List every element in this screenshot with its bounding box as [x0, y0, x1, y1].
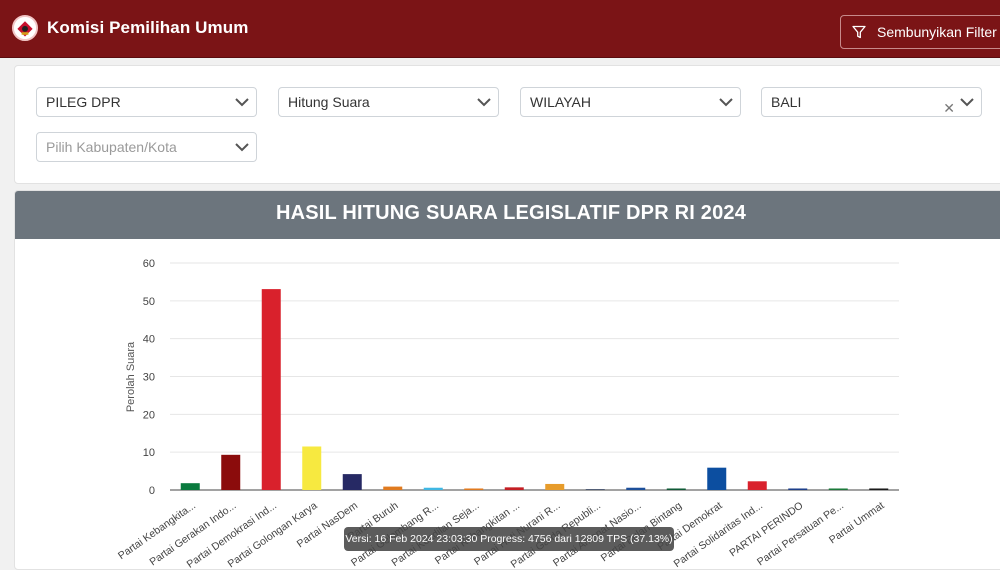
chart-header: HASIL HITUNG SUARA LEGISLATIF DPR RI 202… [15, 191, 1000, 239]
election-type-select[interactable]: PILEG DPR [36, 87, 257, 117]
bar [707, 467, 727, 490]
bar [828, 488, 848, 490]
regency-select[interactable]: Pilih Kabupaten/Kota [36, 132, 257, 162]
progress-tooltip: Versi: 16 Feb 2024 23:03:30 Progress: 47… [344, 527, 674, 551]
vote-bar-chart: 0102030405060Perolah SuaraPartai Kebangk… [116, 258, 899, 569]
bar [788, 488, 808, 490]
regency-placeholder: Pilih Kabupaten/Kota [46, 139, 177, 155]
hide-filter-button[interactable]: Sembunyikan Filter [840, 15, 1000, 49]
chart-card: HASIL HITUNG SUARA LEGISLATIF DPR RI 202… [14, 190, 1000, 570]
filter-icon [852, 25, 866, 39]
province-select[interactable]: BALI ✕ [761, 87, 982, 117]
chevron-down-icon [477, 98, 491, 107]
bar [261, 289, 281, 490]
province-value: BALI [771, 94, 802, 110]
y-axis-label: Perolah Suara [125, 341, 137, 412]
top-navbar: Komisi Pemilihan Umum Sembunyikan Filter [0, 0, 1000, 58]
chevron-down-icon [235, 98, 249, 107]
chart-title: HASIL HITUNG SUARA LEGISLATIF DPR RI 202… [275, 202, 747, 224]
bar [747, 481, 767, 490]
bar [504, 487, 524, 490]
y-tick-label: 40 [143, 334, 155, 346]
scope-value: WILAYAH [530, 94, 591, 110]
chevron-down-icon [960, 98, 974, 107]
bar [666, 488, 686, 490]
bar [342, 474, 362, 490]
filter-panel: PILEG DPR Hitung Suara WILAYAH BALI ✕ Pi… [14, 65, 1000, 184]
bar [180, 483, 200, 490]
bar [221, 454, 241, 490]
y-tick-label: 20 [143, 409, 155, 421]
clear-icon[interactable]: ✕ [943, 94, 955, 122]
chevron-down-icon [235, 143, 249, 152]
bar [302, 446, 322, 490]
hide-filter-label: Sembunyikan Filter [877, 24, 997, 40]
bar [626, 487, 646, 490]
chevron-down-icon [719, 98, 733, 107]
election-type-value: PILEG DPR [46, 94, 121, 110]
y-tick-label: 10 [143, 447, 155, 459]
scope-select[interactable]: WILAYAH [520, 87, 741, 117]
bar [545, 483, 565, 490]
kpu-logo-icon [12, 15, 38, 41]
y-tick-label: 30 [143, 372, 155, 384]
bar [869, 488, 889, 490]
y-tick-label: 0 [149, 485, 155, 497]
bar [585, 489, 605, 490]
bar [464, 488, 484, 490]
app-title: Komisi Pemilihan Umum [47, 18, 249, 37]
y-tick-label: 60 [143, 258, 155, 270]
count-mode-select[interactable]: Hitung Suara [278, 87, 499, 117]
count-mode-value: Hitung Suara [288, 94, 370, 110]
bar [383, 486, 403, 490]
bar [423, 487, 443, 490]
y-tick-label: 50 [143, 296, 155, 308]
